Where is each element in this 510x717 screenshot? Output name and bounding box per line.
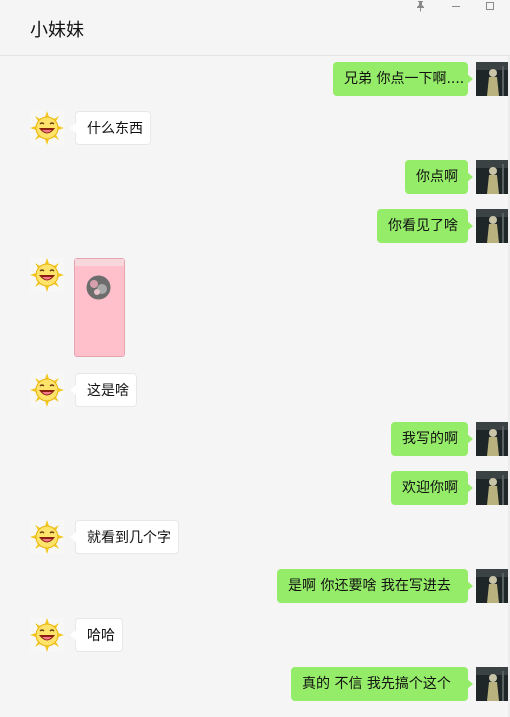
message-bubble-incoming[interactable]: 什么东西 [70, 111, 151, 145]
message-bubble-outgoing[interactable]: 兄弟 你点一下啊.... [333, 62, 473, 96]
message-bubble-outgoing[interactable]: 你看见了啥 [377, 209, 473, 243]
message-bubble-outgoing[interactable]: 欢迎你啊 [391, 471, 473, 505]
self-avatar[interactable] [476, 160, 510, 194]
image-message-header [75, 259, 124, 266]
contact-avatar[interactable] [30, 618, 64, 652]
self-avatar[interactable] [476, 422, 510, 456]
self-avatar[interactable] [476, 569, 510, 603]
maximize-icon[interactable] [479, 0, 501, 16]
self-avatar[interactable] [476, 62, 510, 96]
title-bar: 小妹妹 [0, 0, 510, 56]
minimize-icon[interactable] [445, 0, 467, 16]
self-avatar[interactable] [476, 667, 510, 701]
message-bubble-incoming[interactable]: 这是啥 [70, 373, 137, 407]
message-bubble-outgoing[interactable]: 真的 不信 我先搞个这个 [291, 667, 473, 701]
self-avatar[interactable] [476, 471, 510, 505]
contact-avatar[interactable] [30, 111, 64, 145]
message-bubble-incoming[interactable]: 哈哈 [70, 618, 123, 652]
message-bubble-incoming[interactable]: 就看到几个字 [70, 520, 179, 554]
message-list[interactable]: 兄弟 你点一下啊.... 什么东西 你点啊 你看见了啥 这是啥 我写的啊 欢迎你… [0, 56, 510, 717]
message-bubble-outgoing[interactable]: 是啊 你还要啥 我在写进去 [277, 569, 473, 603]
contact-avatar[interactable] [30, 258, 64, 292]
contact-avatar[interactable] [30, 520, 64, 554]
message-bubble-outgoing[interactable]: 你点啊 [405, 160, 473, 194]
message-bubble-outgoing[interactable]: 我写的啊 [391, 422, 473, 456]
image-message[interactable] [74, 258, 125, 357]
self-avatar[interactable] [476, 209, 510, 243]
image-thumbnail-icon [86, 275, 111, 300]
pin-icon[interactable] [410, 0, 432, 16]
contact-avatar[interactable] [30, 373, 64, 407]
chat-title: 小妹妹 [30, 20, 84, 41]
